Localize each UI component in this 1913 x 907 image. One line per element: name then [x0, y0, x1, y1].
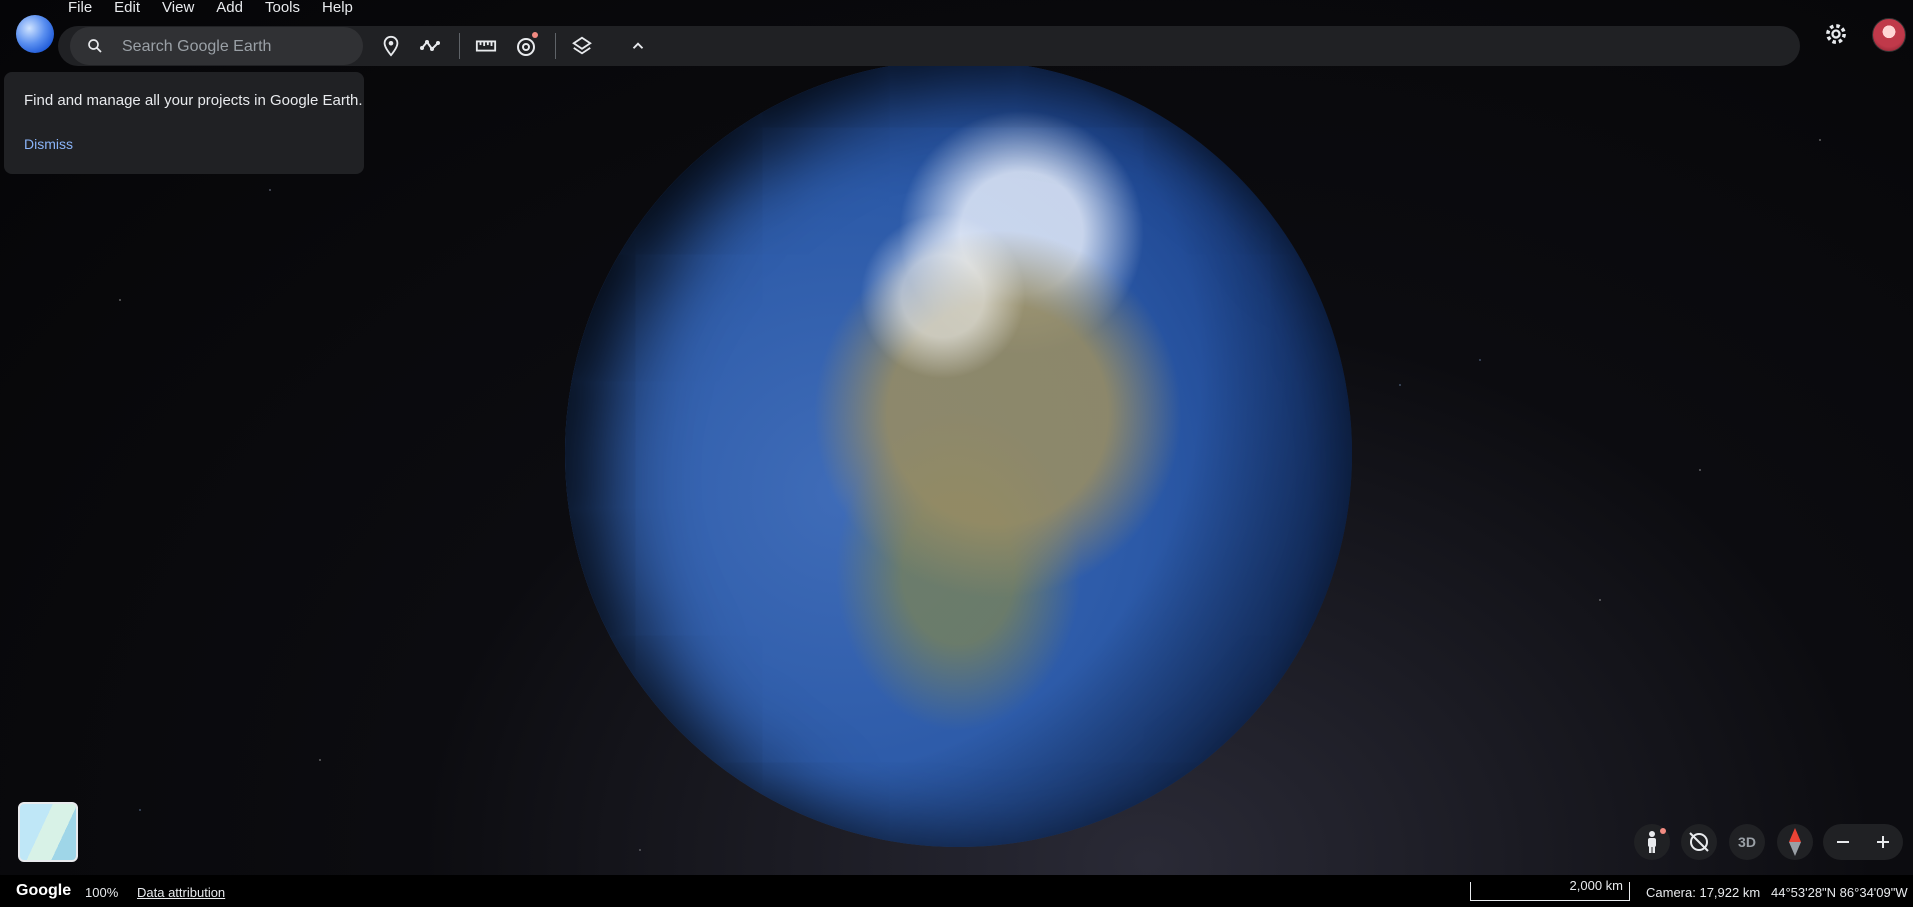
plus-icon — [1877, 836, 1889, 848]
projects-tip-popup: Find and manage all your projects in Goo… — [4, 72, 364, 174]
data-attribution-link[interactable]: Data attribution — [137, 885, 225, 900]
map-style-button[interactable] — [18, 802, 78, 862]
ruler-icon — [475, 40, 497, 52]
menu-view[interactable]: View — [162, 0, 204, 18]
path-icon — [420, 40, 440, 51]
place-marker-icon — [383, 35, 399, 57]
zoom-out-button[interactable] — [1823, 824, 1863, 860]
zoom-in-button[interactable] — [1863, 824, 1903, 860]
google-logo: Google — [16, 882, 72, 899]
dismiss-button[interactable]: Dismiss — [24, 136, 73, 152]
draw-path-button[interactable] — [417, 32, 445, 60]
popup-message: Find and manage all your projects in Goo… — [24, 92, 363, 109]
pegman-button[interactable] — [1634, 824, 1670, 860]
globe-shadow — [565, 60, 1352, 847]
menu-help[interactable]: Help — [322, 0, 363, 18]
scale-bar: 2,000 km — [1470, 878, 1630, 901]
minus-icon — [1837, 841, 1849, 843]
search-input[interactable] — [120, 27, 354, 67]
toggle-3d-button[interactable]: 3D — [1729, 824, 1765, 860]
photorealistic-toggle[interactable] — [1681, 824, 1717, 860]
notification-dot — [532, 32, 538, 38]
layers-icon — [572, 36, 592, 55]
globe-off-icon — [1689, 832, 1709, 852]
cursor-coordinates: 44°53'28"N 86°34'09"W — [1771, 885, 1908, 900]
menu-add[interactable]: Add — [216, 0, 253, 18]
search-icon — [88, 39, 102, 53]
google-earth-logo[interactable] — [16, 15, 54, 53]
collapse-chevron-icon — [632, 42, 644, 49]
compass-icon — [1789, 828, 1801, 856]
collapse-toolbar-button[interactable] — [624, 32, 652, 60]
layers-button[interactable] — [568, 32, 596, 60]
measure-button[interactable] — [472, 32, 500, 60]
search-box — [70, 27, 363, 67]
menu-tools[interactable]: Tools — [265, 0, 310, 18]
menu-edit[interactable]: Edit — [114, 0, 150, 18]
menu-file[interactable]: File — [68, 0, 102, 18]
zoom-level: 100% — [85, 885, 119, 900]
compass-button[interactable] — [1777, 824, 1813, 860]
camera-altitude: Camera: 17,922 km — [1646, 885, 1761, 900]
account-avatar[interactable] — [1872, 18, 1906, 52]
menu-bar: File Edit View Add Tools Help — [68, 0, 375, 18]
voyager-button[interactable] — [512, 32, 540, 60]
toolbar-divider — [555, 33, 556, 59]
zoom-controls — [1823, 824, 1903, 860]
settings-gear-icon[interactable] — [1822, 20, 1850, 48]
scale-label: 2,000 km — [1569, 878, 1623, 893]
place-marker-button[interactable] — [377, 32, 405, 60]
notification-dot — [1660, 828, 1666, 834]
pegman-icon — [1648, 831, 1656, 853]
toolbar-divider — [459, 33, 460, 59]
